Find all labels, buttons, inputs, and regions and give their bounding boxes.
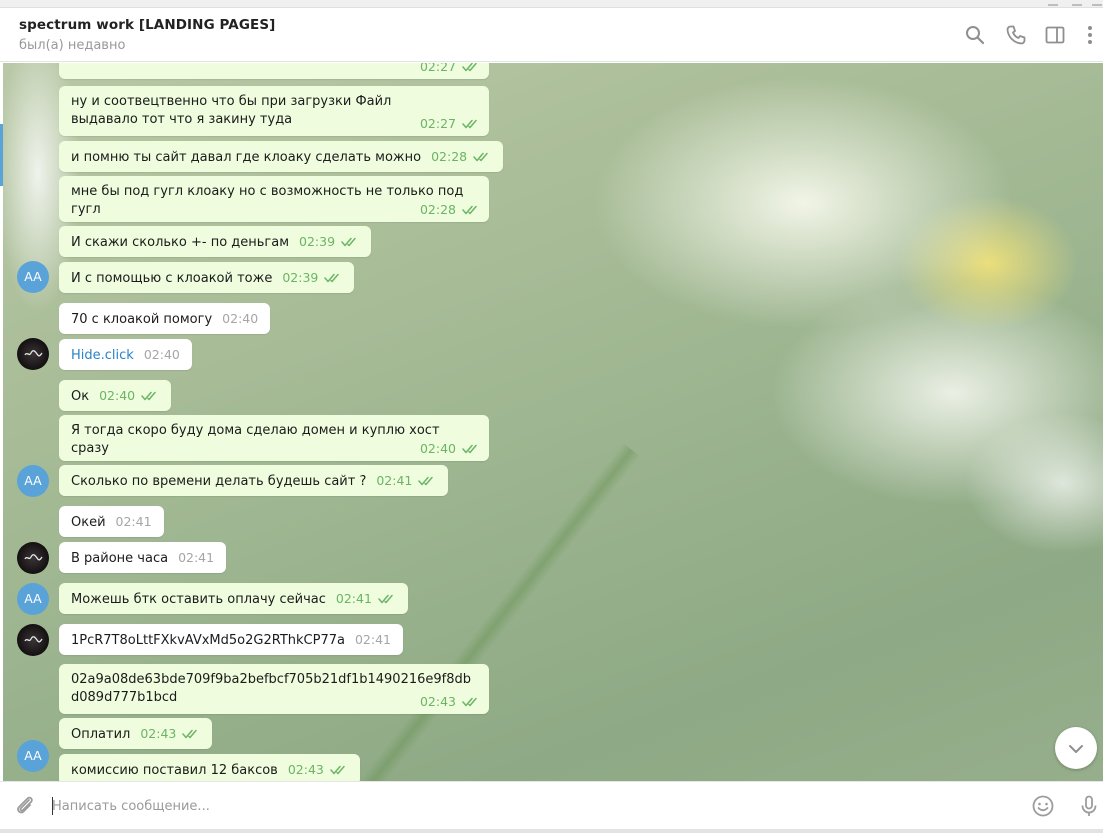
double-check-icon: [330, 762, 348, 775]
message-bubble-outgoing[interactable]: комиссию поставил 12 баксов 02:43: [59, 754, 360, 781]
message-text: 70 с клоакой помогу: [71, 312, 213, 327]
message-time: 02:27: [420, 63, 480, 76]
message-bubble-outgoing[interactable]: Я тогда скоро буду дома сделаю домен и к…: [59, 415, 489, 461]
message-bubble-incoming[interactable]: Hide.click 02:40: [59, 339, 192, 370]
message-time: 02:39: [299, 234, 359, 249]
double-check-icon: [462, 202, 480, 215]
message-bubble-outgoing[interactable]: и помню ты сайт давал где клоаку сделать…: [59, 141, 504, 172]
double-check-icon: [324, 270, 342, 283]
phone-icon[interactable]: [1004, 23, 1028, 47]
message-time: 02:27: [420, 115, 480, 133]
double-check-icon: [473, 149, 491, 162]
message-text: И скажи сколько +- по деньгам: [71, 235, 290, 250]
message-bubble-outgoing[interactable]: 02a9a08de63bde709f9ba2befbcf705b21df1b14…: [59, 664, 489, 714]
double-check-icon: [462, 694, 480, 707]
message-bubble-outgoing[interactable]: ну и соотвецтвенно что бы при загрузки Ф…: [59, 86, 489, 136]
paperclip-icon[interactable]: [12, 793, 38, 819]
message-time: 02:43: [420, 693, 480, 711]
message-time: 02:41: [115, 514, 152, 529]
telegram-window: spectrum work [LANDING PAGES] был(а) нед…: [0, 0, 1103, 833]
avatar[interactable]: AA: [17, 261, 49, 293]
emoji-icon[interactable]: [1030, 793, 1056, 819]
minimize-control[interactable]: [1048, 0, 1058, 6]
message-link[interactable]: Hide.click: [71, 348, 134, 363]
message-bubble-outgoing[interactable]: Ок 02:40: [59, 380, 172, 411]
window-titlebar: [0, 0, 1103, 8]
message-bubble-outgoing[interactable]: Можешь бтк оставить оплачу сейчас 02:41: [59, 583, 408, 614]
message-text: Окей: [71, 515, 106, 530]
message-text: ну и соотвецтвенно что бы при загрузки Ф…: [71, 94, 392, 127]
message-bubble-incoming[interactable]: Окей 02:41: [59, 506, 164, 537]
message-text: 1PcR7T8oLttFXkvAVxMd5o2G2RThkCP77a: [71, 633, 345, 648]
chat-header: spectrum work [LANDING PAGES] был(а) нед…: [0, 8, 1103, 62]
message-time: 02:40: [420, 440, 480, 458]
sidebar-toggle-icon[interactable]: [1043, 23, 1067, 47]
avatar[interactable]: [17, 542, 49, 574]
message-time: 02:28: [420, 201, 480, 219]
avatar[interactable]: AA: [17, 583, 49, 615]
message-text: Сколько по времени делать будешь сайт ?: [71, 474, 367, 489]
message-text: Можешь бтк оставить оплачу сейчас: [71, 592, 326, 607]
message-bubble-outgoing[interactable]: Сколько по времени делать будешь сайт ? 0…: [59, 465, 449, 496]
message-text: Ок: [71, 389, 90, 404]
window-bottom-edge: [0, 829, 1103, 833]
message-bubble-incoming[interactable]: 70 с клоакой помогу 02:40: [59, 303, 271, 334]
message-bubble-outgoing[interactable]: И скажи сколько +- по деньгам 02:39: [59, 226, 372, 257]
message-time: 02:40: [222, 311, 259, 326]
message-bubble-incoming[interactable]: 1PcR7T8oLttFXkvAVxMd5o2G2RThkCP77a 02:41: [59, 624, 403, 655]
avatar[interactable]: [17, 624, 49, 656]
message-time: 02:41: [178, 550, 215, 565]
double-check-icon: [141, 388, 159, 401]
avatar[interactable]: AA: [17, 740, 49, 772]
message-time: 02:28: [431, 149, 491, 164]
message-text: Я тогда скоро буду дома сделаю домен и к…: [71, 423, 440, 456]
avatar[interactable]: [17, 338, 49, 370]
message-bubble-outgoing[interactable]: 02:27: [59, 63, 489, 79]
message-time: 02:43: [140, 726, 200, 741]
search-icon[interactable]: [963, 23, 987, 47]
message-input[interactable]: [52, 795, 1012, 817]
more-vertical-icon[interactable]: [1078, 23, 1102, 47]
message-bubble-outgoing[interactable]: мне бы под гугл клоаку но с возможность …: [59, 176, 489, 222]
message-time: 02:43: [288, 762, 348, 777]
avatar[interactable]: AA: [17, 465, 49, 497]
chevron-down-icon: [1069, 745, 1083, 753]
double-check-icon: [462, 441, 480, 454]
microphone-icon[interactable]: [1076, 793, 1102, 819]
close-control[interactable]: [1092, 0, 1102, 6]
double-check-icon: [462, 116, 480, 129]
message-text: и помню ты сайт давал где клоаку сделать…: [71, 150, 422, 165]
message-time: 02:40: [99, 388, 159, 403]
message-text: В районе часа: [71, 551, 169, 566]
double-check-icon: [418, 473, 436, 486]
message-text: мне бы под гугл клоаку но с возможность …: [71, 184, 464, 217]
message-bubble-incoming[interactable]: В районе часа 02:41: [59, 542, 227, 573]
message-composer: [0, 781, 1103, 829]
message-time: 02:40: [143, 347, 180, 362]
message-time: 02:39: [282, 270, 342, 285]
chat-status: был(а) недавно: [19, 38, 126, 53]
chat-title[interactable]: spectrum work [LANDING PAGES]: [19, 17, 275, 33]
message-text: комиссию поставил 12 баксов: [71, 763, 278, 778]
double-check-icon: [182, 726, 200, 739]
message-time: 02:41: [354, 632, 391, 647]
message-time: 02:41: [376, 473, 436, 488]
message-time: 02:41: [336, 591, 396, 606]
message-text: И с помощью с клоакой тоже: [71, 271, 273, 286]
message-list[interactable]: 02:27 ну и соотвецтвенно что бы при загр…: [3, 63, 1103, 781]
message-bubble-outgoing[interactable]: Оплатил 02:43: [59, 718, 213, 749]
double-check-icon: [378, 591, 396, 604]
message-text: 02a9a08de63bde709f9ba2befbcf705b21df1b14…: [71, 672, 472, 705]
message-bubble-outgoing[interactable]: И с помощью с клоакой тоже 02:39: [59, 262, 355, 293]
maximize-control[interactable]: [1072, 0, 1082, 6]
double-check-icon: [341, 234, 359, 247]
double-check-icon: [462, 63, 480, 72]
scroll-to-bottom-button[interactable]: [1055, 727, 1097, 769]
message-text: Оплатил: [71, 727, 131, 742]
